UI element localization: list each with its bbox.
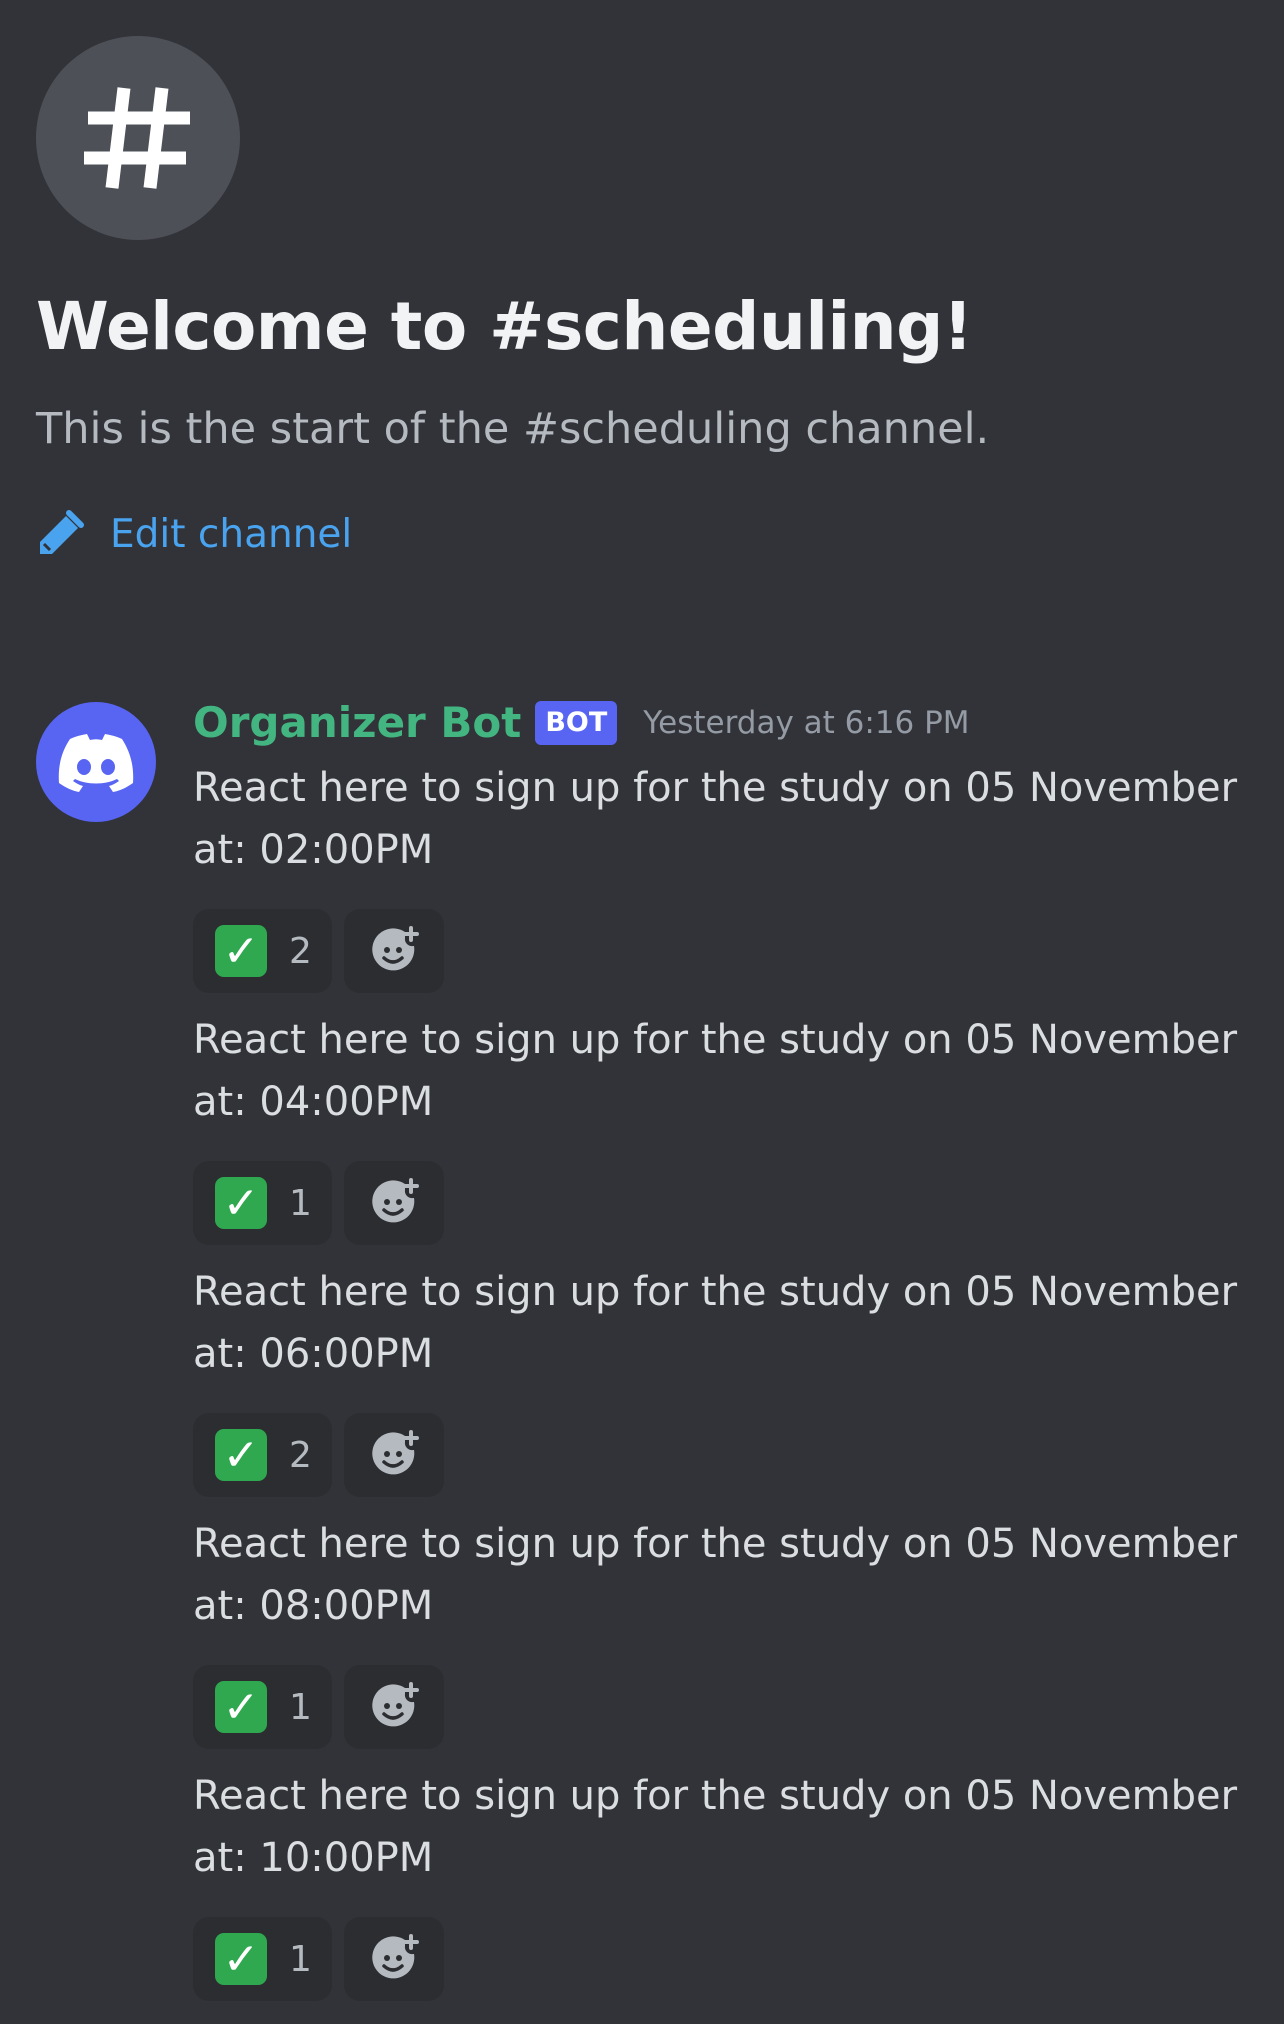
- reaction-count: 2: [289, 1434, 312, 1476]
- reactions-row: ✓ 1: [193, 1665, 1263, 1749]
- message-text: React here to sign up for the study on 0…: [193, 1269, 1238, 1377]
- reaction-count: 1: [289, 1686, 312, 1728]
- reactions-row: ✓ 1: [193, 1161, 1263, 1245]
- check-mark-icon: ✓: [215, 1429, 267, 1481]
- reaction-checkmark[interactable]: ✓ 1: [193, 1917, 332, 2001]
- reaction-count: 1: [289, 1182, 312, 1224]
- discord-logo-icon: [58, 734, 134, 792]
- reaction-checkmark[interactable]: ✓ 1: [193, 1665, 332, 1749]
- message-timestamp: Yesterday at 6:16 PM: [643, 704, 970, 741]
- edit-channel-button[interactable]: Edit channel: [36, 510, 352, 558]
- message-text: React here to sign up for the study on 0…: [193, 1521, 1238, 1629]
- bot-avatar[interactable]: [36, 702, 156, 822]
- message: React here to sign up for the study on 0…: [193, 1513, 1263, 1749]
- reaction-checkmark[interactable]: ✓ 2: [193, 909, 332, 993]
- author-name[interactable]: Organizer Bot: [193, 698, 521, 747]
- message-text: React here to sign up for the study on 0…: [193, 765, 1238, 873]
- message: React here to sign up for the study on 0…: [193, 1765, 1263, 2001]
- reaction-count: 1: [289, 1938, 312, 1980]
- channel-avatar: [36, 36, 240, 240]
- welcome-subtitle: This is the start of the #scheduling cha…: [36, 404, 990, 454]
- add-reaction-icon: [372, 1178, 419, 1223]
- add-reaction-icon: [372, 1430, 419, 1475]
- add-reaction-button[interactable]: [343, 909, 444, 993]
- reaction-count: 2: [289, 930, 312, 972]
- message-text: React here to sign up for the study on 0…: [193, 1017, 1238, 1125]
- add-reaction-button[interactable]: [343, 1917, 444, 2001]
- message-header: Organizer Bot BOT Yesterday at 6:16 PM: [193, 698, 970, 747]
- add-reaction-icon: [372, 1682, 419, 1727]
- add-reaction-icon: [372, 1934, 419, 1979]
- bot-badge: BOT: [535, 700, 618, 745]
- add-reaction-button[interactable]: [343, 1665, 444, 1749]
- add-reaction-button[interactable]: [343, 1413, 444, 1497]
- edit-channel-label: Edit channel: [110, 511, 353, 557]
- add-reaction-button[interactable]: [343, 1161, 444, 1245]
- check-mark-icon: ✓: [215, 1933, 267, 1985]
- message: React here to sign up for the study on 0…: [193, 1009, 1263, 1245]
- reactions-row: ✓ 2: [193, 1413, 1263, 1497]
- reaction-checkmark[interactable]: ✓ 1: [193, 1161, 332, 1245]
- message: React here to sign up for the study on 0…: [193, 757, 1263, 993]
- reactions-row: ✓ 1: [193, 1917, 1263, 2001]
- check-mark-icon: ✓: [215, 1177, 267, 1229]
- message: React here to sign up for the study on 0…: [193, 1261, 1263, 1497]
- message-text: React here to sign up for the study on 0…: [193, 1773, 1238, 1881]
- reaction-checkmark[interactable]: ✓ 2: [193, 1413, 332, 1497]
- reactions-row: ✓ 2: [193, 909, 1263, 993]
- welcome-title: Welcome to #scheduling!: [36, 288, 973, 365]
- hash-icon: [84, 87, 190, 189]
- add-reaction-icon: [372, 926, 419, 971]
- check-mark-icon: ✓: [215, 1681, 267, 1733]
- pencil-icon: [40, 510, 84, 554]
- check-mark-icon: ✓: [215, 925, 267, 977]
